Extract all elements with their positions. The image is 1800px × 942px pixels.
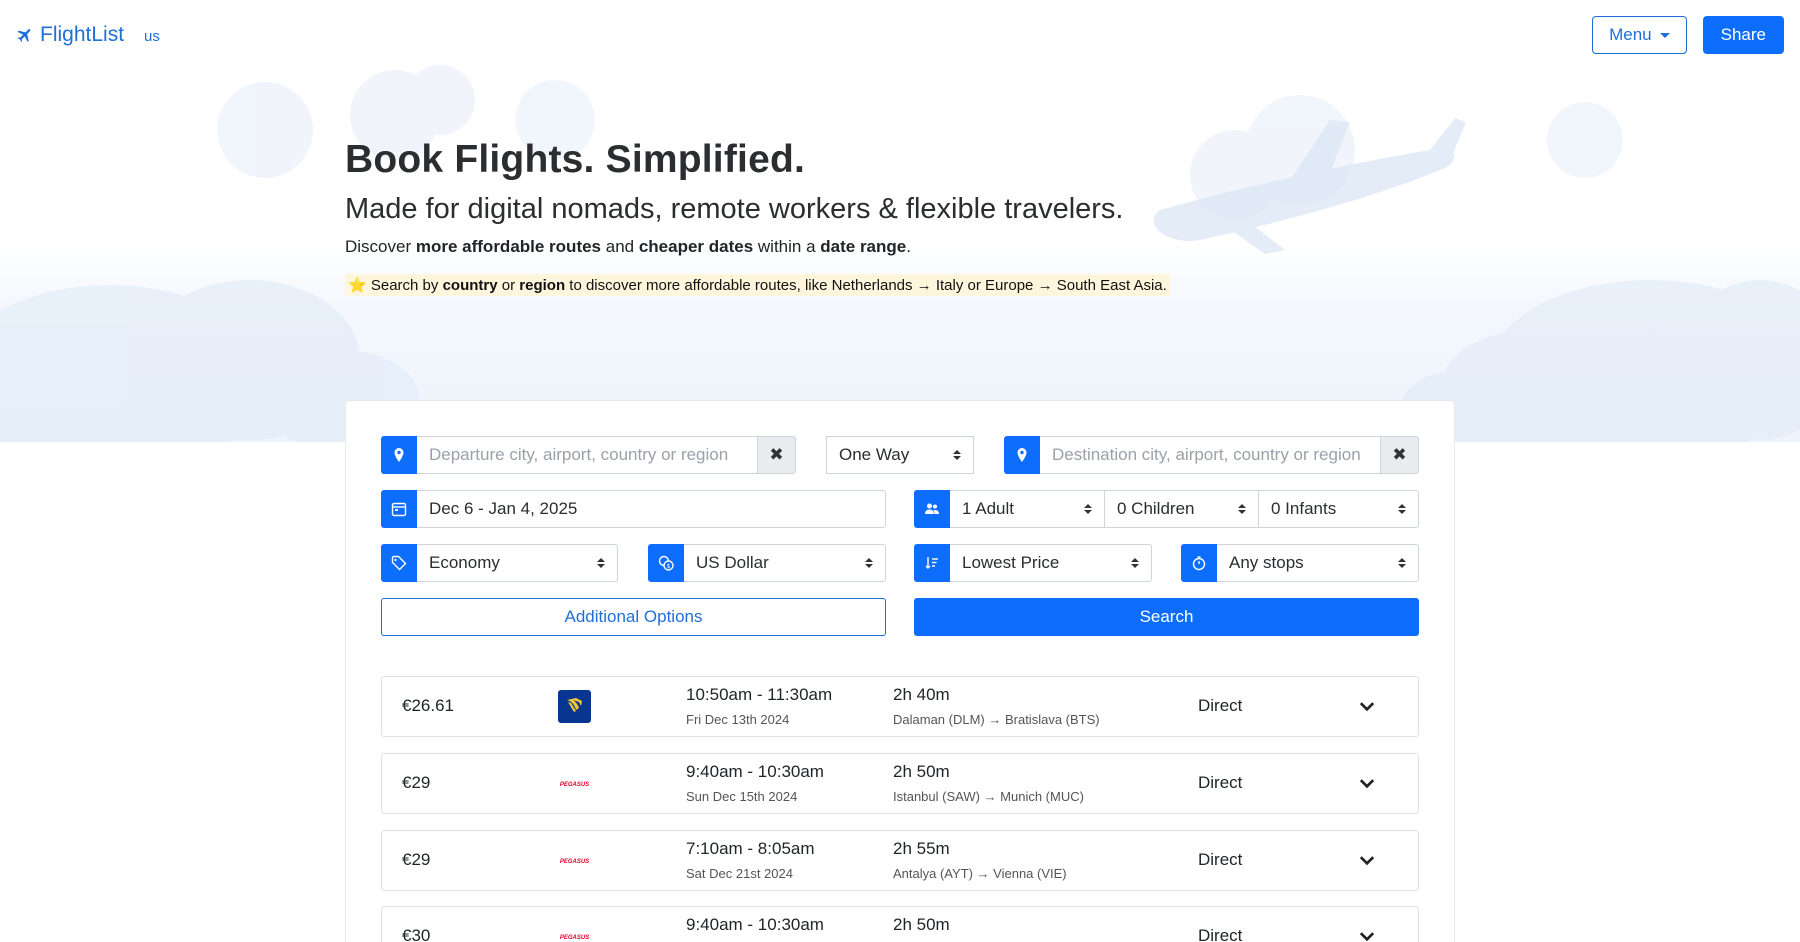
adults-select[interactable]: 1 Adult [950,490,1105,528]
coins-icon: $ [648,544,684,582]
sort-group: Lowest Price [914,544,1152,582]
people-icon [914,490,950,528]
tag-icon [381,544,417,582]
close-icon: ✖ [1392,445,1407,464]
flight-route: Antalya (AYT) → Vienna (VIE) [893,866,1067,881]
top-navbar: FlightList us Menu Share [0,0,1800,70]
flight-duration: 2h 50m [893,915,950,934]
search-tip: ⭐ Search by country or region to discove… [345,274,1170,296]
departure-group: Departure city, airport, country or regi… [381,436,796,474]
flight-result-row[interactable]: €29 PEGASUS 7:10am - 8:05am Sat Dec 21st… [381,830,1419,891]
flight-result-row[interactable]: €26.61 10:50am - 11:30am Fri Dec 13th 20… [381,676,1419,737]
chevron-down-icon[interactable] [1358,697,1376,715]
hero-section: Book Flights. Simplified. Made for digit… [345,138,1345,296]
caret-down-icon [1659,32,1670,38]
calendar-icon [381,490,417,528]
children-select[interactable]: 0 Children [1105,490,1259,528]
airplane-icon [17,29,31,42]
flight-date: Sat Dec 21st 2024 [686,866,793,881]
flight-times: 9:40am - 10:30am [686,762,824,781]
date-range-group: Dec 6 - Jan 4, 2025 [381,490,886,528]
flight-stops: Direct [1198,773,1243,792]
select-arrows-icon [953,450,961,460]
flight-times: 9:40am - 10:30am [686,915,824,934]
sort-icon [914,544,950,582]
passengers-group: 1 Adult 0 Children 0 Infants [914,490,1419,528]
page-title: Book Flights. Simplified. [345,138,806,181]
select-arrows-icon [1398,558,1406,568]
infants-select[interactable]: 0 Infants [1259,490,1419,528]
flight-route: Dalaman (DLM) → Bratislava (BTS) [893,712,1100,727]
brand-name: FlightList [40,23,125,46]
pegasus-logo: PEGASUS [560,782,589,788]
map-pin-icon [381,436,417,474]
stops-group: Any stops [1181,544,1419,582]
select-arrows-icon [597,558,605,568]
select-arrows-icon [1131,558,1139,568]
flight-times: 10:50am - 11:30am [686,685,833,704]
chevron-down-icon[interactable] [1358,851,1376,869]
cabin-select[interactable]: Economy [417,544,618,582]
menu-button-label: Menu [1609,25,1652,44]
search-card: Departure city, airport, country or regi… [345,400,1455,942]
flight-date: Sun Dec 15th 2024 [686,789,798,804]
sort-select[interactable]: Lowest Price [950,544,1152,582]
flight-price: €29 [402,773,431,792]
clear-destination-button[interactable]: ✖ [1381,436,1419,474]
flight-stops: Direct [1198,850,1243,869]
region-link[interactable]: us [144,28,160,45]
flight-times: 7:10am - 8:05am [686,839,815,858]
select-arrows-icon [865,558,873,568]
flight-route: Istanbul (SAW) → Munich (MUC) [893,789,1084,804]
flight-duration: 2h 50m [893,762,950,781]
menu-button[interactable]: Menu [1592,16,1687,54]
star-icon: ⭐ [348,277,367,294]
destination-input[interactable]: Destination city, airport, country or re… [1040,436,1381,474]
select-arrows-icon [1238,504,1246,514]
svg-text:PEGASUS: PEGASUS [560,859,589,865]
flight-result-row[interactable]: €30 PEGASUS 9:40am - 10:30am 2h 50m Dire… [381,906,1419,942]
flight-result-row[interactable]: €29 PEGASUS 9:40am - 10:30am Sun Dec 15t… [381,753,1419,814]
chevron-down-icon[interactable] [1358,774,1376,792]
hero-lead: Discover more affordable routes and chea… [345,237,911,256]
clear-departure-button[interactable]: ✖ [758,436,796,474]
flight-date: Fri Dec 13th 2024 [686,712,790,727]
select-arrows-icon [1084,504,1092,514]
flight-stops: Direct [1198,926,1243,942]
search-button[interactable]: Search [914,598,1419,636]
flight-price: €30 [402,926,431,942]
flight-duration: 2h 40m [893,685,950,704]
cabin-group: Economy [381,544,618,582]
chevron-down-icon[interactable] [1358,927,1376,942]
flight-duration: 2h 55m [893,839,950,858]
svg-text:PEGASUS: PEGASUS [560,935,589,941]
select-arrows-icon [1398,504,1406,514]
trip-type-select[interactable]: One Way [826,436,974,474]
svg-text:PEGASUS: PEGASUS [560,782,589,788]
close-icon: ✖ [769,445,784,464]
stopwatch-icon [1181,544,1217,582]
pegasus-logo: PEGASUS [560,935,589,941]
brand-link[interactable]: FlightList [16,23,124,47]
date-range-input[interactable]: Dec 6 - Jan 4, 2025 [417,490,886,528]
destination-group: Destination city, airport, country or re… [1004,436,1419,474]
pegasus-logo: PEGASUS [560,859,589,865]
trip-type-value: One Way [839,445,910,464]
map-pin-icon [1004,436,1040,474]
ryanair-logo [558,690,591,723]
share-button[interactable]: Share [1702,16,1784,54]
currency-group: $ US Dollar [648,544,886,582]
page-subtitle: Made for digital nomads, remote workers … [345,193,1124,225]
svg-text:$: $ [667,563,671,570]
currency-select[interactable]: US Dollar [684,544,886,582]
flight-price: €26.61 [402,696,454,715]
additional-options-button[interactable]: Additional Options [381,598,886,636]
flight-price: €29 [402,850,431,869]
departure-input[interactable]: Departure city, airport, country or regi… [417,436,758,474]
stops-select[interactable]: Any stops [1217,544,1419,582]
flight-stops: Direct [1198,696,1243,715]
